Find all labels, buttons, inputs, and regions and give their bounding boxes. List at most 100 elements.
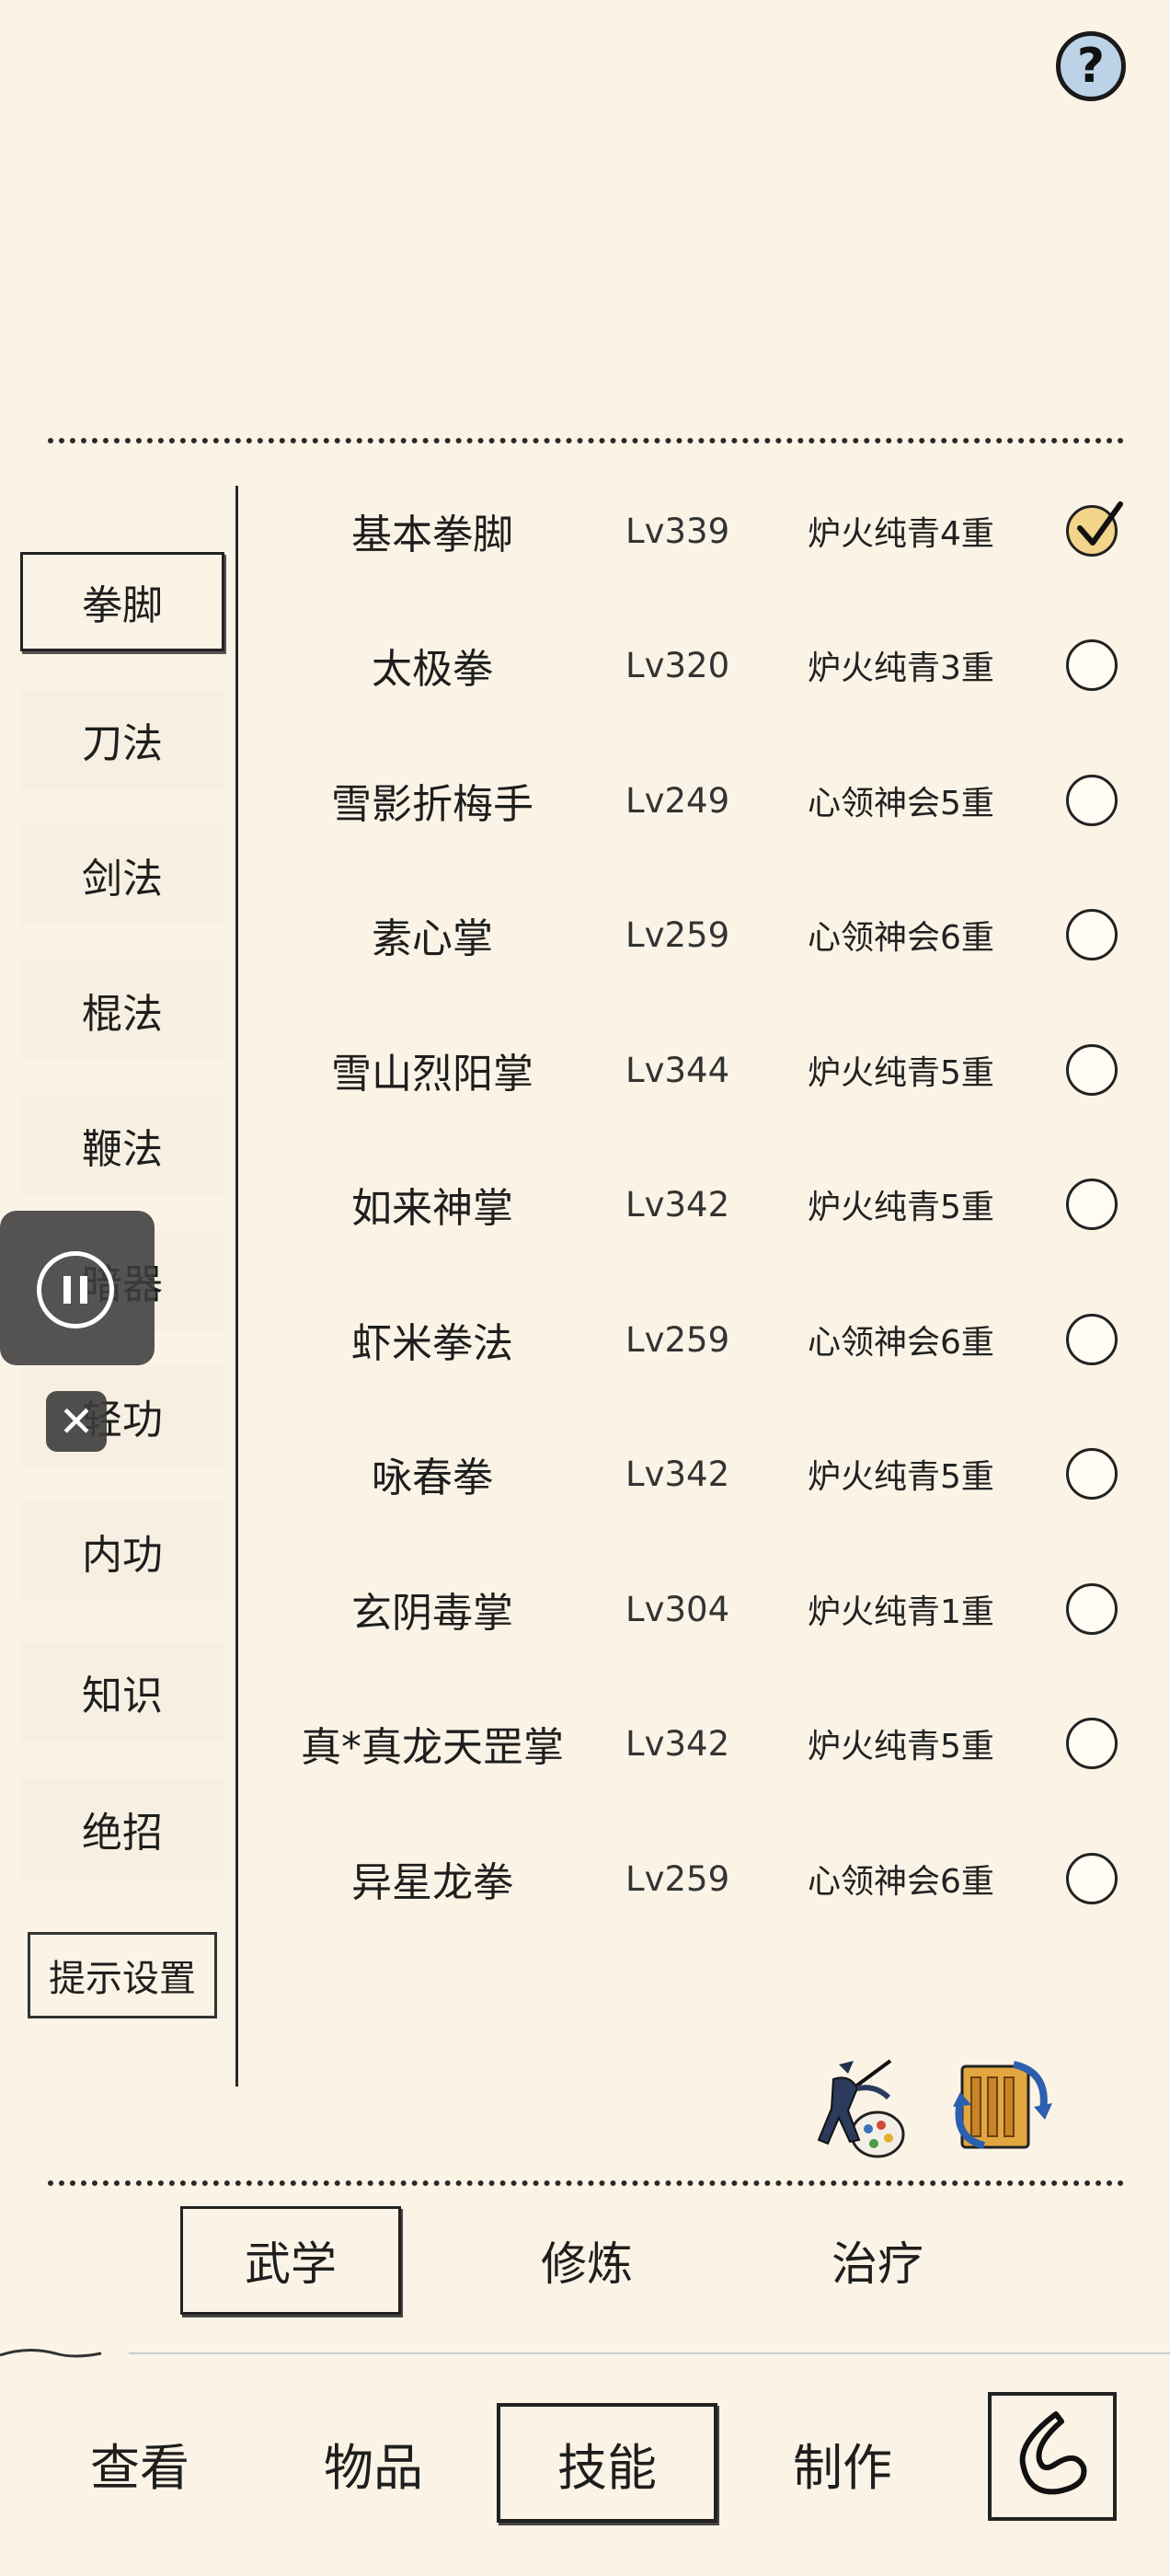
skill-checkbox[interactable]	[1066, 775, 1118, 826]
skill-checkbox[interactable]	[1066, 1448, 1118, 1500]
back-button[interactable]	[988, 2392, 1117, 2521]
category-gunfa[interactable]: 棍法	[20, 960, 224, 1060]
skill-rank: 炉火纯青4重	[808, 515, 994, 553]
sub-tab-divider	[48, 2180, 1124, 2186]
sub-tab-zhiliao[interactable]: 治疗	[767, 2206, 988, 2315]
skill-row[interactable]: 咏春拳 Lv342 炉火纯青5重	[248, 1407, 1131, 1541]
category-quanjiao[interactable]: 拳脚	[20, 552, 224, 651]
help-button[interactable]: ?	[1056, 31, 1126, 101]
nav-tab-label: 查看	[90, 2438, 189, 2497]
skill-rank: 炉火纯青1重	[808, 1593, 994, 1631]
hint-settings-button[interactable]: 提示设置	[28, 1932, 217, 2018]
skill-rank: 心领神会6重	[808, 919, 994, 957]
skill-name: 基本拳脚	[351, 512, 513, 558]
skill-level: Lv342	[625, 1184, 730, 1225]
skill-level: Lv344	[625, 1050, 730, 1090]
martial-artist-palette-icon[interactable]	[802, 2052, 912, 2166]
skill-rank: 炉火纯青5重	[808, 1189, 994, 1226]
skill-level: Lv339	[625, 511, 730, 551]
skill-row[interactable]: 如来神掌 Lv342 炉火纯青5重	[248, 1137, 1131, 1271]
skill-level: Lv342	[625, 1454, 730, 1494]
skill-row[interactable]: 素心掌 Lv259 心领神会6重	[248, 868, 1131, 1002]
skill-name: 雪影折梅手	[331, 781, 533, 828]
skill-row[interactable]: 异星龙拳 Lv259 心领神会6重	[248, 1811, 1131, 1946]
category-daofa[interactable]: 刀法	[20, 690, 224, 789]
skill-name: 咏春拳	[372, 1455, 493, 1501]
sub-tab-label: 治疗	[832, 2237, 923, 2291]
skill-name: 玄阴毒掌	[351, 1590, 513, 1637]
category-label: 内功	[82, 1532, 163, 1579]
floating-control-panel[interactable]	[0, 1211, 155, 1365]
skill-level: Lv320	[625, 645, 730, 685]
skill-rank: 炉火纯青5重	[808, 1458, 994, 1496]
category-juezhao[interactable]: 绝招	[20, 1779, 224, 1879]
category-label: 棍法	[82, 991, 163, 1038]
nav-tab-label: 制作	[793, 2438, 892, 2497]
skill-level: Lv304	[625, 1589, 730, 1629]
category-jianfa[interactable]: 剑法	[20, 825, 224, 925]
sub-tab-label: 修炼	[541, 2237, 633, 2291]
sub-tab-xiulian[interactable]: 修炼	[476, 2206, 697, 2315]
close-icon[interactable]: ✕	[46, 1391, 107, 1452]
skill-name: 虾米拳法	[351, 1320, 513, 1367]
skill-level: Lv249	[625, 780, 730, 821]
nav-tab-skills[interactable]: 技能	[497, 2403, 717, 2523]
nav-tab-label: 技能	[557, 2438, 657, 2497]
skill-rank: 炉火纯青3重	[808, 650, 994, 687]
sub-tab-label: 武学	[245, 2237, 337, 2291]
skill-name: 雪山烈阳掌	[331, 1051, 533, 1098]
skill-name: 太极拳	[372, 646, 493, 693]
category-zhishi[interactable]: 知识	[20, 1642, 224, 1742]
skill-checkbox[interactable]	[1066, 1314, 1118, 1365]
category-label: 刀法	[82, 720, 163, 767]
skill-row[interactable]: 玄阴毒掌 Lv304 炉火纯青1重	[248, 1542, 1131, 1676]
skill-row[interactable]: 基本拳脚 Lv339 炉火纯青4重	[248, 464, 1131, 598]
category-label: 鞭法	[82, 1126, 163, 1173]
scroll-swap-icon[interactable]	[947, 2050, 1058, 2164]
skill-level: Lv342	[625, 1723, 730, 1764]
nav-tab-view[interactable]: 查看	[66, 2403, 213, 2523]
category-label: 知识	[82, 1673, 163, 1719]
skill-checkbox[interactable]	[1066, 1718, 1118, 1769]
nav-tab-items[interactable]: 物品	[300, 2403, 447, 2523]
skill-name: 异星龙拳	[351, 1859, 513, 1906]
skill-checkbox[interactable]	[1066, 1044, 1118, 1096]
skill-level: Lv259	[625, 914, 730, 955]
skill-row[interactable]: 太极拳 Lv320 炉火纯青3重	[248, 598, 1131, 732]
skill-name: 素心掌	[372, 915, 493, 962]
ink-brush-line	[0, 2349, 1170, 2358]
hint-settings-label: 提示设置	[49, 1958, 196, 2000]
skill-row[interactable]: 真*真龙天罡掌 Lv342 炉火纯青5重	[248, 1676, 1131, 1811]
sidebar-divider	[235, 486, 238, 2087]
skill-name: 真*真龙天罡掌	[301, 1724, 564, 1771]
category-label: 拳脚	[82, 582, 163, 629]
skill-checkbox[interactable]	[1066, 501, 1123, 557]
skill-level: Lv259	[625, 1319, 730, 1360]
category-bianfa[interactable]: 鞭法	[20, 1096, 224, 1195]
nav-tab-craft[interactable]: 制作	[769, 2403, 916, 2523]
skill-rank: 心领神会6重	[808, 1324, 994, 1362]
pause-icon[interactable]	[37, 1251, 114, 1328]
category-label: 绝招	[82, 1810, 163, 1857]
skill-checkbox[interactable]	[1066, 639, 1118, 691]
back-arrow-icon	[1019, 2411, 1087, 2495]
skill-rank: 炉火纯青5重	[808, 1728, 994, 1765]
skill-rank: 心领神会5重	[808, 785, 994, 822]
skill-checkbox[interactable]	[1066, 1179, 1118, 1230]
skill-checkbox[interactable]	[1066, 909, 1118, 960]
nav-tab-label: 物品	[324, 2438, 423, 2497]
category-label: 剑法	[82, 856, 163, 903]
checkmark-icon	[1077, 501, 1123, 546]
skill-row[interactable]: 虾米拳法 Lv259 心领神会6重	[248, 1272, 1131, 1407]
sub-tab-wuxue[interactable]: 武学	[180, 2206, 401, 2315]
category-neigong[interactable]: 内功	[20, 1501, 224, 1601]
close-glyph: ✕	[58, 1397, 95, 1446]
skill-checkbox[interactable]	[1066, 1583, 1118, 1635]
question-icon: ?	[1076, 39, 1106, 94]
skill-checkbox[interactable]	[1066, 1853, 1118, 1904]
skill-row[interactable]: 雪影折梅手 Lv249 心领神会5重	[248, 733, 1131, 868]
top-divider	[48, 438, 1124, 443]
skill-level: Lv259	[625, 1858, 730, 1899]
skill-rank: 心领神会6重	[808, 1863, 994, 1901]
skill-row[interactable]: 雪山烈阳掌 Lv344 炉火纯青5重	[248, 1003, 1131, 1137]
